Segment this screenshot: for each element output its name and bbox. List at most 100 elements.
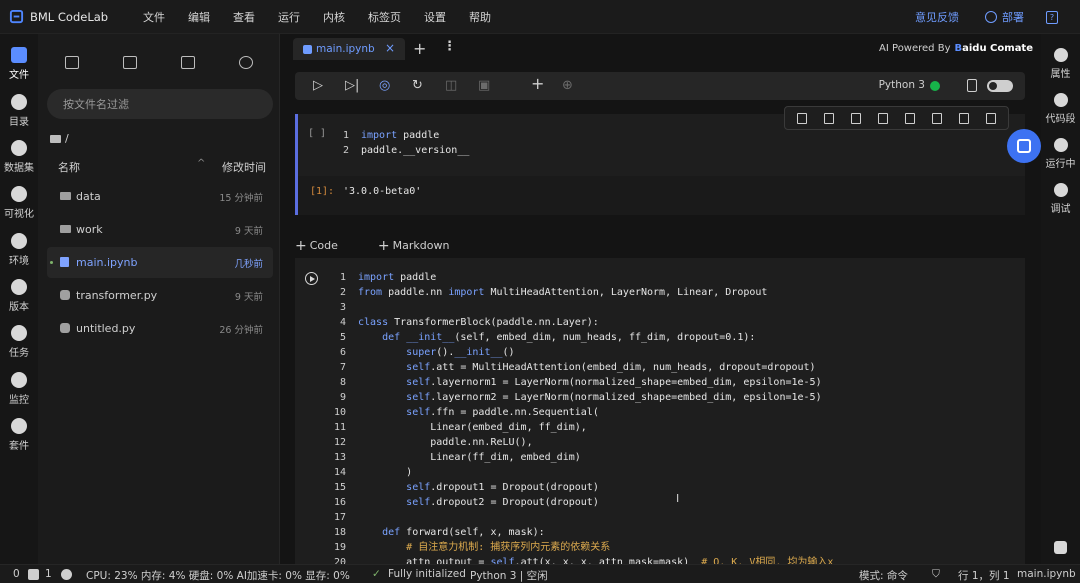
code-line: 16 self.dropout2 = Dropout(dropout) (332, 495, 833, 510)
save-icon[interactable]: ▣ (478, 78, 490, 94)
activity-dataset[interactable]: 数据集 (0, 140, 38, 174)
add-markdown-button[interactable]: + Markdown (378, 237, 470, 254)
deploy-button[interactable]: 部署 (985, 9, 1024, 25)
breadcrumb[interactable]: / (50, 132, 69, 145)
activity-monitor[interactable]: 监控 (0, 372, 38, 406)
kernel-info-icon[interactable] (967, 79, 977, 92)
run-icon[interactable]: ▷ (313, 78, 323, 94)
line-number: 8 (339, 377, 346, 388)
menu-settings[interactable]: 设置 (424, 9, 446, 25)
kernel-name[interactable]: Python 3 (879, 79, 925, 91)
add-cell-icon[interactable]: + (531, 76, 544, 92)
activity-version[interactable]: 版本 (0, 279, 38, 313)
interrupt-icon[interactable]: ◫ (445, 78, 457, 94)
activity-files[interactable]: 文件 (0, 47, 38, 81)
tab-main-ipynb[interactable]: main.ipynb × (293, 38, 405, 60)
run-all-icon[interactable]: ▷| (345, 78, 359, 94)
restart-run-icon[interactable]: ◎ (379, 78, 390, 94)
comate-brand[interactable]: Baidu Comate (955, 43, 1034, 54)
code-line: 8 self.layernorm1 = LayerNorm(normalized… (332, 375, 833, 390)
menu-help[interactable]: 帮助 (469, 9, 491, 25)
format-icon[interactable] (851, 113, 861, 124)
delete-icon[interactable] (986, 113, 996, 124)
column-modified[interactable]: 修改时间 (222, 159, 266, 175)
shield-icon[interactable]: ⛉ (932, 568, 940, 581)
code-token: self (406, 407, 431, 418)
line-number: 17 (333, 512, 346, 523)
right-properties[interactable]: 属性 (1041, 48, 1080, 80)
menu-edit[interactable]: 编辑 (188, 9, 210, 25)
insert-above-icon[interactable] (797, 113, 807, 124)
menu-kernel[interactable]: 内核 (323, 9, 345, 25)
code-line: 2 paddle.__version__ (335, 143, 469, 158)
code-token: forward(self, x, mask): (400, 527, 545, 538)
output-value: '3.0.0-beta0' (343, 186, 422, 197)
line-number: 2 (342, 145, 349, 156)
header-actions: 意见反馈 部署 ? (915, 0, 1080, 34)
help-icon[interactable]: ? (1046, 10, 1058, 24)
right-debug[interactable]: 调试 (1041, 183, 1080, 215)
upload-icon[interactable] (181, 56, 195, 69)
right-snippets[interactable]: 代码段 (1041, 93, 1080, 125)
split-icon[interactable] (905, 113, 915, 124)
menu-file[interactable]: 文件 (143, 9, 165, 25)
right-sidebar: 属性 代码段 运行中 调试 (1041, 34, 1080, 564)
target-icon[interactable]: ⊕ (562, 78, 573, 94)
activity-toc[interactable]: 目录 (0, 94, 38, 128)
code-token: self (406, 377, 431, 388)
run-cell-icon[interactable] (305, 272, 318, 285)
file-toolbar (38, 56, 280, 72)
new-tab-icon[interactable]: + (413, 39, 426, 58)
file-row[interactable]: data 15 分钟前 (47, 181, 273, 212)
cell-source[interactable]: 1 import paddle 2 paddle.__version__ (335, 128, 469, 158)
right-running[interactable]: 运行中 (1041, 138, 1080, 170)
insert-below-icon[interactable] (824, 113, 834, 124)
folder-icon (60, 225, 71, 233)
close-icon[interactable]: × (385, 41, 395, 55)
activity-visualize[interactable]: 可视化 (0, 186, 38, 220)
code-token: 0.1 (725, 332, 744, 343)
file-name: untitled.py (76, 322, 136, 335)
status-count[interactable]: 0 (13, 568, 20, 580)
menu-view[interactable]: 查看 (233, 9, 255, 25)
file-row-selected[interactable]: main.ipynb 几秒前 (47, 247, 273, 278)
theme-toggle[interactable] (987, 80, 1013, 92)
code-cell-2[interactable]: 1 import paddle 2 from paddle.nn import Mul… (295, 258, 1025, 564)
file-row[interactable]: untitled.py 26 分钟前 (47, 313, 273, 344)
code-token: MultiHeadAttention, LayerNorm, Linear, D… (484, 287, 768, 298)
code-token: self (406, 392, 431, 403)
search-icon[interactable] (1054, 541, 1067, 554)
code-token: paddle.nn (382, 287, 449, 298)
status-terminals[interactable]: 1 (45, 568, 52, 580)
file-row[interactable]: work 9 天前 (47, 214, 273, 245)
activity-task[interactable]: 任务 (0, 325, 38, 359)
restart-icon[interactable]: ↻ (412, 78, 423, 94)
menu-tabs[interactable]: 标签页 (368, 9, 401, 25)
new-folder-icon[interactable] (123, 56, 137, 69)
kernel-status-icon (930, 81, 940, 91)
status-position[interactable]: 行 1，列 1 (958, 568, 1010, 583)
activity-suite[interactable]: 套件 (0, 418, 38, 452)
code-line: 18 def forward(self, x, mask): (332, 525, 833, 540)
menu-run[interactable]: 运行 (278, 9, 300, 25)
sort-icon[interactable]: ^ (197, 158, 205, 169)
status-kernel[interactable]: Python 3 | 空闲 (470, 568, 548, 583)
more-icon[interactable]: ⋮ (443, 39, 456, 54)
add-code-button[interactable]: + Code (295, 237, 358, 254)
file-filter-input[interactable] (47, 89, 273, 119)
feedback-link[interactable]: 意见反馈 (915, 9, 959, 25)
bookmark-icon[interactable] (959, 113, 969, 124)
refresh-icon[interactable] (239, 56, 253, 69)
activity-environment[interactable]: 环境 (0, 233, 38, 267)
column-name[interactable]: 名称 (58, 159, 80, 175)
file-row[interactable]: transformer.py 9 天前 (47, 280, 273, 311)
file-name: work (76, 223, 103, 236)
app-logo[interactable]: BML CodeLab (9, 9, 137, 24)
cell-source[interactable]: 1 import paddle 2 from paddle.nn import Mul… (332, 270, 833, 564)
new-file-icon[interactable] (65, 56, 79, 69)
ai-assistant-button[interactable] (1007, 129, 1041, 163)
merge-icon[interactable] (878, 113, 888, 124)
copy-icon[interactable] (932, 113, 942, 124)
